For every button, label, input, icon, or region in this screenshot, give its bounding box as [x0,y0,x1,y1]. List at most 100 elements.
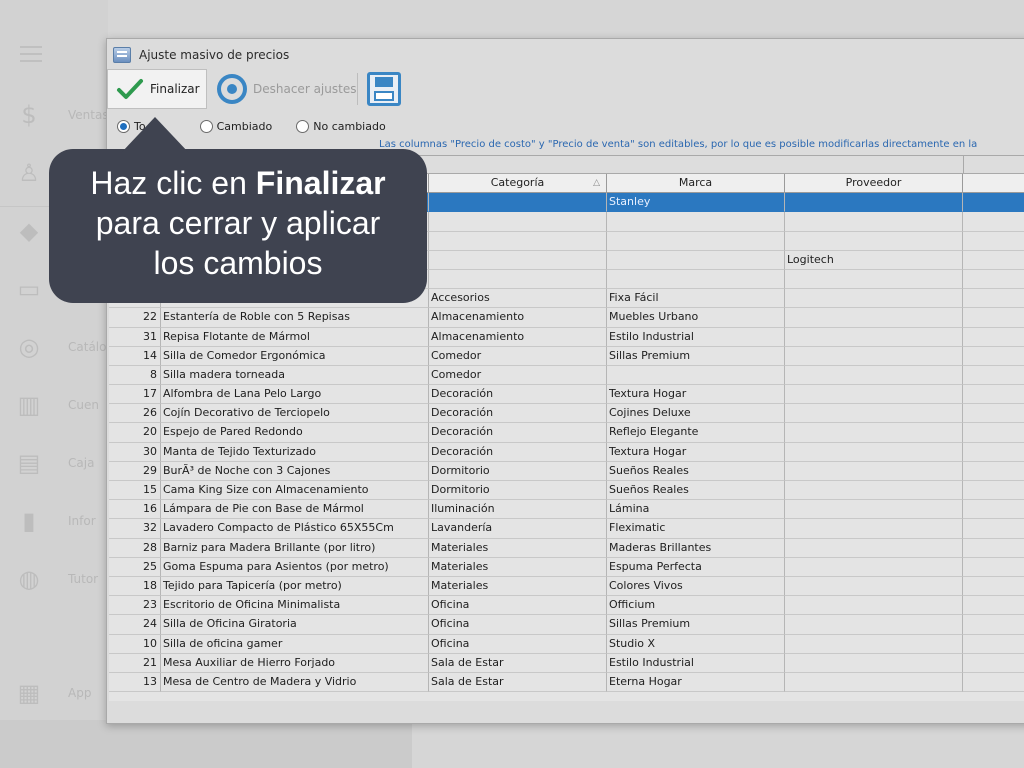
cell-id[interactable]: 28 [109,538,161,558]
cell-categoria[interactable]: Dormitorio [429,461,607,481]
cell-categoria[interactable]: Dormitorio [429,481,607,501]
cell-proveedor[interactable] [785,538,963,558]
cell-extra[interactable] [963,385,1024,405]
cell-proveedor[interactable] [785,557,963,577]
column-header-more[interactable] [963,174,1024,192]
cell-proveedor[interactable] [785,596,963,616]
sidebar-item-cuentas[interactable]: ▥ Cuen [14,390,99,420]
cell-proveedor[interactable] [785,404,963,424]
cell-proveedor[interactable]: Logitech [785,250,963,270]
sidebar-item-informes[interactable]: ▮ Infor [14,506,95,536]
cell-extra[interactable] [963,404,1024,424]
filter-unchanged-radio[interactable]: No cambiado [296,119,386,133]
table-row[interactable]: 15 Cama King Size con Almacenamiento Dormi… [109,481,1024,501]
cell-proveedor[interactable] [785,289,963,309]
cell-marca[interactable]: Muebles Urbano [607,308,785,328]
cell-categoria[interactable]: Decoración [429,385,607,405]
cell-marca[interactable] [607,269,785,290]
cell-id[interactable]: 10 [109,634,161,654]
cell-marca[interactable]: Colores Vivos [607,576,785,597]
cell-name[interactable]: Silla de Comedor Ergonómica [161,346,429,366]
table-row[interactable]: 31 Repisa Flotante de Mármol Almacenamient… [109,327,1024,347]
cell-id[interactable]: 18 [109,576,161,597]
column-header-marca[interactable]: Marca [607,174,785,193]
cell-name[interactable]: BurÃ³ de Noche con 3 Cajones [161,461,429,481]
cell-marca[interactable]: Cojines Deluxe [607,404,785,424]
cell-extra[interactable] [963,366,1024,386]
cell-name[interactable]: Cojín Decorativo de Terciopelo [161,404,429,424]
sidebar-item-productos[interactable]: ◆ [14,216,44,246]
cell-categoria[interactable]: Almacenamiento [429,327,607,347]
cell-categoria[interactable]: Oficina [429,634,607,654]
column-header-categoria[interactable]: Categoría △ [429,174,607,193]
cell-extra[interactable] [963,443,1024,462]
cell-id[interactable]: 21 [109,653,161,673]
cell-id[interactable]: 23 [109,596,161,616]
cell-proveedor[interactable] [785,365,963,386]
cell-categoria[interactable]: Sala de Estar [429,672,607,693]
cell-marca[interactable] [607,250,785,270]
cell-id[interactable]: 17 [109,385,161,405]
cell-id[interactable]: 25 [109,557,161,577]
cell-proveedor[interactable] [785,442,963,462]
cell-marca[interactable]: Sillas Premium [607,615,785,635]
table-row[interactable]: 32 Lavadero Compacto de Plástico 65X55Cm L… [109,519,1024,539]
cell-name[interactable]: Lavadero Compacto de Plástico 65X55Cm [161,519,429,539]
cell-name[interactable]: Estantería de Roble con 5 Repisas [161,308,429,328]
table-row[interactable]: 26 Cojín Decorativo de Terciopelo Decoraci… [109,404,1024,424]
cell-categoria[interactable]: Iluminación [429,500,607,520]
cell-name[interactable]: Alfombra de Lana Pelo Largo [161,385,429,405]
cell-marca[interactable] [607,365,785,386]
filter-changed-radio[interactable]: Cambiado [199,119,272,133]
cell-marca[interactable]: Studio X [607,634,785,654]
cell-extra[interactable] [963,615,1024,635]
table-row[interactable]: 23 Escritorio de Oficina Minimalista Ofici… [109,596,1024,616]
cell-proveedor[interactable] [785,500,963,520]
table-row[interactable]: 21 Mesa Auxiliar de Hierro Forjado Sala de… [109,653,1024,673]
cell-categoria[interactable]: Decoración [429,423,607,443]
cell-extra[interactable] [963,654,1024,673]
table-row[interactable]: 28 Barniz para Madera Brillante (por litr… [109,538,1024,558]
cell-marca[interactable]: Espuma Perfecta [607,557,785,577]
cell-proveedor[interactable] [785,231,963,251]
cell-categoria[interactable] [429,231,607,251]
cell-extra[interactable] [963,577,1024,597]
save-button[interactable] [367,72,401,106]
cell-id[interactable]: 13 [109,672,161,693]
cell-proveedor[interactable] [785,634,963,654]
cell-extra[interactable] [963,481,1024,501]
table-row[interactable]: 30 Manta de Tejido Texturizado Decoración T… [109,442,1024,462]
cell-extra[interactable] [963,289,1024,309]
cell-id[interactable]: 24 [109,615,161,635]
finalize-button[interactable]: Finalizar [107,69,207,109]
cell-categoria[interactable]: Comedor [429,365,607,386]
cell-proveedor[interactable] [785,193,963,213]
cell-name[interactable]: Tejido para Tapicería (por metro) [161,576,429,597]
table-row[interactable]: 10 Silla de oficina gamer Oficina Studio X [109,634,1024,654]
cell-name[interactable]: Mesa Auxiliar de Hierro Forjado [161,653,429,673]
cell-id[interactable]: 32 [109,519,161,539]
cell-categoria[interactable]: Accesorios [429,289,607,309]
sidebar-item-clientes[interactable]: ♙ [14,158,44,188]
cell-categoria[interactable]: Almacenamiento [429,308,607,328]
cell-id[interactable]: 31 [109,327,161,347]
cell-categoria[interactable] [429,212,607,232]
cell-categoria[interactable] [429,269,607,290]
cell-name[interactable]: Barniz para Madera Brillante (por litro) [161,538,429,558]
table-row[interactable]: 17 Alfombra de Lana Pelo Largo Decoración T… [109,385,1024,405]
cell-proveedor[interactable] [785,519,963,539]
cell-name[interactable]: Lámpara de Pie con Base de Mármol [161,500,429,520]
cell-extra[interactable] [963,423,1024,443]
cell-categoria[interactable]: Sala de Estar [429,653,607,673]
cell-extra[interactable] [963,251,1024,270]
cell-proveedor[interactable] [785,481,963,501]
cell-extra[interactable] [963,212,1024,232]
cell-marca[interactable]: Textura Hogar [607,442,785,462]
cell-id[interactable]: 15 [109,481,161,501]
cell-extra[interactable] [963,539,1024,558]
cell-marca[interactable]: Eterna Hogar [607,672,785,693]
cell-marca[interactable]: Textura Hogar [607,385,785,405]
cell-extra[interactable] [963,635,1024,654]
column-header-proveedor[interactable]: Proveedor [785,174,963,193]
sidebar-item-tutoriales[interactable]: ◍ Tutor [14,564,99,594]
